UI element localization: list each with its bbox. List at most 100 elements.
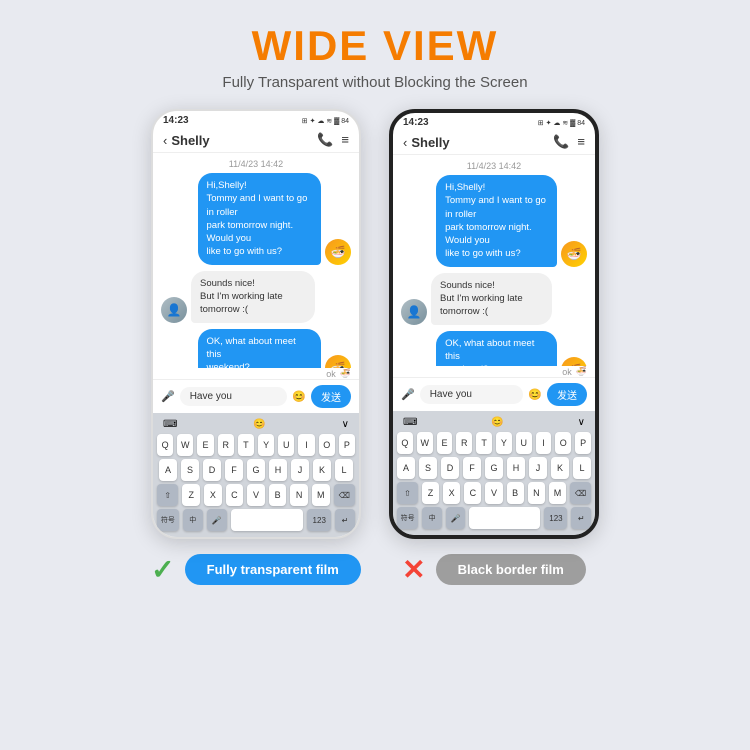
chat-header-left: ‹ Shelly 📞 ≡ [153,128,359,153]
key-h[interactable]: H [269,459,287,481]
key-yr[interactable]: Y [496,432,512,454]
ok-avatar-left: 🍜 [340,368,351,379]
key-f[interactable]: F [225,459,243,481]
key-i[interactable]: I [298,434,314,456]
mic-icon-right[interactable]: 🎤 [401,388,415,401]
menu-icon-right[interactable]: ≡ [577,134,585,150]
key-y[interactable]: Y [258,434,274,456]
key-del-r[interactable]: ⌫ [570,482,591,504]
key-s[interactable]: S [181,459,199,481]
key-enter[interactable]: ↵ [335,509,355,531]
key-mic2[interactable]: 🎤 [207,509,227,531]
key-er[interactable]: E [437,432,453,454]
key-zh-r[interactable]: 中 [422,507,442,529]
back-btn-left[interactable]: ‹ [163,133,167,148]
kb-tool-icon2r[interactable]: 😊 [491,417,503,428]
key-d[interactable]: D [203,459,221,481]
key-ur[interactable]: U [516,432,532,454]
key-br[interactable]: B [507,482,524,504]
kb-tool-icon2[interactable]: 😊 [253,419,265,430]
key-k[interactable]: K [313,459,331,481]
key-sym-r[interactable]: 符号 [397,507,418,529]
cross-mark: ✕ [402,553,425,586]
key-j[interactable]: J [291,459,309,481]
msg-sent-r2: OK, what about meet thisweekend? 🍜 [401,331,587,366]
key-kr[interactable]: K [551,457,569,479]
input-area-right[interactable]: 🎤 Have you 😊 发送 [393,377,595,411]
key-nr[interactable]: N [528,482,545,504]
key-v[interactable]: V [247,484,265,506]
emoji-icon-right[interactable]: 😊 [528,388,542,401]
key-e[interactable]: E [197,434,213,456]
key-a[interactable]: A [159,459,177,481]
kb-tool-icon3[interactable]: ∨ [342,419,349,430]
input-field-left[interactable]: Have you [180,387,288,406]
key-zh[interactable]: 中 [183,509,203,531]
key-ir[interactable]: I [536,432,552,454]
key-or[interactable]: O [555,432,571,454]
key-enter-r[interactable]: ↵ [571,507,591,529]
msg-recv-1: 👤 Sounds nice!But I'm working late tomor… [161,271,351,323]
key-cr[interactable]: C [464,482,481,504]
key-123-r[interactable]: 123 [544,507,567,529]
key-jr[interactable]: J [529,457,547,479]
key-123[interactable]: 123 [307,509,331,531]
key-shift-r[interactable]: ⇧ [397,482,418,504]
kb-tool-icon3r[interactable]: ∨ [578,417,585,428]
key-wr[interactable]: W [417,432,433,454]
key-q[interactable]: Q [157,434,173,456]
key-zr[interactable]: Z [422,482,439,504]
menu-icon-left[interactable]: ≡ [341,132,349,148]
key-qr[interactable]: Q [397,432,413,454]
main-title: WIDE VIEW [222,22,527,70]
key-c[interactable]: C [226,484,244,506]
key-o[interactable]: O [319,434,335,456]
key-rr[interactable]: R [456,432,472,454]
back-btn-right[interactable]: ‹ [403,135,407,150]
key-gr[interactable]: G [485,457,503,479]
key-lr[interactable]: L [573,457,591,479]
key-z[interactable]: Z [182,484,200,506]
mic-icon-left[interactable]: 🎤 [161,390,175,403]
key-del[interactable]: ⌫ [334,484,355,506]
key-x[interactable]: X [204,484,222,506]
emoji-icon-left[interactable]: 😊 [292,390,306,403]
key-dr[interactable]: D [441,457,459,479]
key-g[interactable]: G [247,459,265,481]
key-l[interactable]: L [335,459,353,481]
key-pr[interactable]: P [575,432,591,454]
key-p[interactable]: P [339,434,355,456]
key-sr[interactable]: S [419,457,437,479]
key-space-r[interactable] [469,507,540,529]
key-mr[interactable]: M [549,482,566,504]
key-hr[interactable]: H [507,457,525,479]
key-sym[interactable]: 符号 [157,509,179,531]
key-tr[interactable]: T [476,432,492,454]
key-m[interactable]: M [312,484,330,506]
call-icon-right[interactable]: 📞 [553,134,569,150]
input-area-left[interactable]: 🎤 Have you 😊 发送 [153,379,359,413]
kb-tool-icon1[interactable]: ⌨ [163,419,177,430]
kb-tool-icon1r[interactable]: ⌨ [403,417,417,428]
input-field-right[interactable]: Have you [420,385,524,404]
key-b[interactable]: B [269,484,287,506]
key-n[interactable]: N [290,484,308,506]
page-header: WIDE VIEW Fully Transparent without Bloc… [222,0,527,99]
key-shift[interactable]: ⇧ [157,484,178,506]
call-icon-left[interactable]: 📞 [317,132,333,148]
key-w[interactable]: W [177,434,193,456]
status-bar-right: 14:23 ⊞ ✦ ☁ ≋ ▓ 84 [393,113,595,130]
avatar-recv-r1: 👤 [401,299,427,325]
key-vr[interactable]: V [485,482,502,504]
key-xr[interactable]: X [443,482,460,504]
send-btn-left[interactable]: 发送 [311,385,351,408]
key-space[interactable] [231,509,304,531]
key-r[interactable]: R [218,434,234,456]
key-t[interactable]: T [238,434,254,456]
key-ar[interactable]: A [397,457,415,479]
send-btn-right[interactable]: 发送 [547,383,587,406]
key-u[interactable]: U [278,434,294,456]
date-sep-left: 11/4/23 14:42 [153,153,359,173]
key-mic2-r[interactable]: 🎤 [446,507,466,529]
key-fr[interactable]: F [463,457,481,479]
